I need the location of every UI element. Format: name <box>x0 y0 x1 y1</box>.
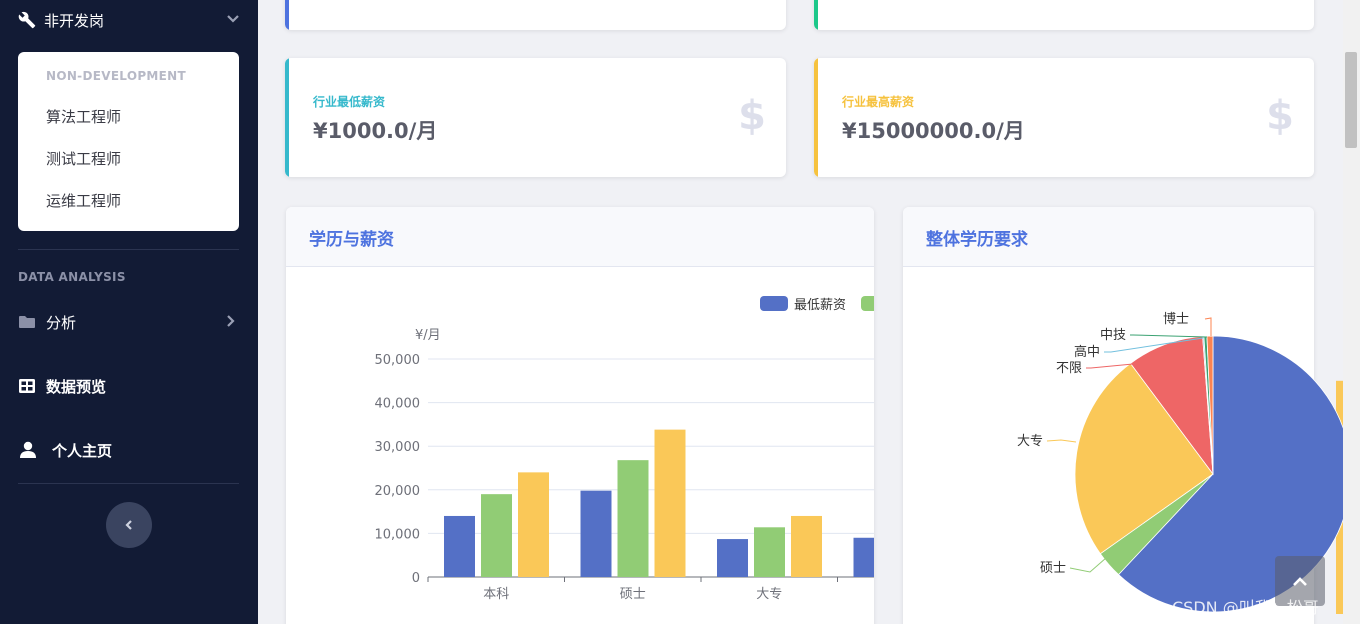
nav-profile-label: 个人主页 <box>52 441 113 460</box>
bar <box>754 527 785 577</box>
panel-title-education-requirements: 整体学历要求 <box>926 230 1028 250</box>
pie-leader-line <box>1069 557 1107 573</box>
scrollbar-thumb[interactable] <box>1345 52 1357 148</box>
x-tick-label: 大专 <box>756 587 782 602</box>
stat-max-value: ¥15000000.0/月 <box>842 119 1025 143</box>
bar <box>853 537 874 577</box>
pie-leader-line <box>1204 317 1212 336</box>
nav-analysis[interactable]: 分析 <box>18 310 240 334</box>
folder-icon <box>19 316 35 328</box>
nav-analysis-label: 分析 <box>46 313 77 332</box>
nav-non-development[interactable]: 非开发岗 <box>18 8 240 32</box>
pie-label: 大专 <box>1017 434 1043 449</box>
pie-label: 中技 <box>1100 328 1126 343</box>
bar <box>444 515 475 577</box>
stat-card-min-salary: 行业最低薪资 ¥1000.0/月 $ <box>285 58 786 177</box>
stat-max-title: 行业最高薪资 <box>842 95 915 109</box>
x-tick-label: 硕士 <box>620 587 646 602</box>
pie-leader-line <box>1046 439 1077 443</box>
nav-data-preview[interactable]: 数据预览 <box>18 374 240 398</box>
legend-swatch <box>861 296 874 311</box>
nav-non-development-label: 非开发岗 <box>44 11 105 30</box>
y-axis-label: ¥/月 <box>415 328 441 343</box>
pie-leader-line <box>1130 334 1208 338</box>
sidebar-divider <box>18 249 239 250</box>
bar <box>617 460 649 577</box>
panel-header: 整体学历要求 <box>903 207 1314 267</box>
chevron-up-icon <box>1293 577 1307 586</box>
panel-education-salary: 学历与薪资 ¥/月 0 10,000 20,000 30,000 40,000 50,000… <box>286 207 874 624</box>
dollar-icon: $ <box>1268 94 1292 136</box>
submenu-non-development: NON-DEVELOPMENT 算法工程师 测试工程师 运维工程师 <box>18 52 239 231</box>
chevron-down-icon <box>227 15 239 23</box>
bar <box>717 539 748 577</box>
stat-min-title: 行业最低薪资 <box>313 95 386 109</box>
y-tick-label: 10,000 <box>375 527 421 542</box>
stat-card-top-left <box>285 0 786 30</box>
table-icon <box>19 379 35 393</box>
stat-min-value: ¥1000.0/月 <box>313 119 438 143</box>
bar <box>654 429 686 577</box>
bar <box>580 490 612 577</box>
pie-label: 高中 <box>1074 344 1100 360</box>
y-tick-label: 40,000 <box>375 397 421 412</box>
nav-profile[interactable]: 个人主页 <box>18 438 240 462</box>
wrench-icon <box>18 11 36 29</box>
y-tick-label: 50,000 <box>375 353 421 368</box>
stat-card-top-right <box>814 0 1314 30</box>
bar <box>518 472 549 577</box>
y-tick-label: 0 <box>412 571 420 586</box>
bar <box>481 494 512 577</box>
svg-text:$: $ <box>740 94 764 136</box>
pie-label: 不限 <box>1056 361 1082 376</box>
chevron-left-icon <box>125 520 132 530</box>
bar <box>791 515 822 577</box>
nav-data-preview-label: 数据预览 <box>46 377 107 396</box>
pie-label: 硕士 <box>1040 561 1066 576</box>
x-tick-label: 本科 <box>483 587 509 602</box>
dollar-icon: $ <box>740 94 764 136</box>
svg-text:$: $ <box>1268 94 1292 136</box>
pie-label: 博士 <box>1163 312 1189 327</box>
sidebar: 非开发岗 NON-DEVELOPMENT 算法工程师 测试工程师 运维工程师 D… <box>0 0 258 624</box>
sidebar-divider-bottom <box>18 483 239 484</box>
y-tick-label: 30,000 <box>375 440 421 455</box>
chevron-right-icon <box>227 315 235 327</box>
sidebar-toggle-button[interactable] <box>106 502 152 548</box>
submenu-item-testing[interactable]: 测试工程师 <box>46 148 121 169</box>
bar-chart: ¥/月 0 10,000 20,000 30,000 40,000 50,000 本科 硕士 大专… <box>375 296 874 602</box>
legend-label: 最低薪资 <box>794 298 846 313</box>
stat-card-max-salary: 行业最高薪资 ¥15000000.0/月 $ <box>814 58 1314 177</box>
watermark: CSDN @叫我：松哥 <box>1172 598 1319 617</box>
submenu-item-ops[interactable]: 运维工程师 <box>46 190 121 211</box>
user-icon <box>20 441 36 458</box>
submenu-item-algorithm[interactable]: 算法工程师 <box>46 106 121 127</box>
legend-swatch <box>760 296 788 311</box>
section-header-data-analysis: DATA ANALYSIS <box>18 270 126 284</box>
y-tick-label: 20,000 <box>375 484 421 499</box>
submenu-header: NON-DEVELOPMENT <box>46 69 186 83</box>
